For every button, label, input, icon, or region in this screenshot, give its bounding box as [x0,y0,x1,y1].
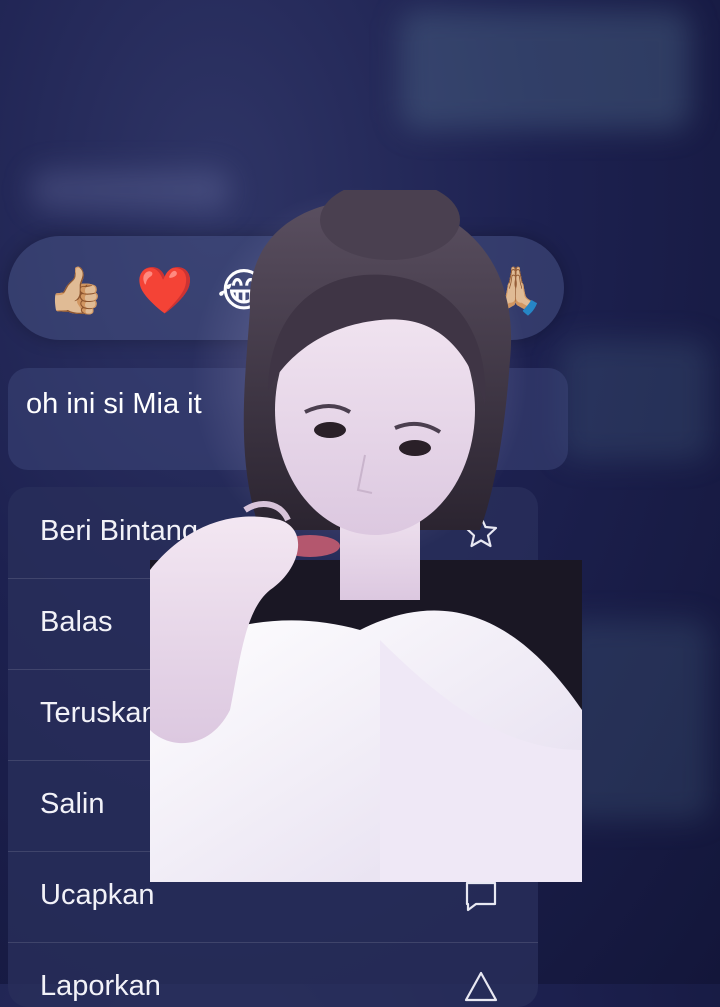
overlay-photo [150,190,582,882]
menu-item-label: Salin [40,788,105,820]
speech-bubble-icon [465,881,497,912]
menu-item-label: Ucapkan [40,879,155,911]
warning-icon [464,971,498,1002]
background-blur-panel [560,340,710,460]
menu-item-report[interactable]: Laporkan [8,942,538,1007]
menu-item-label: Laporkan [40,970,161,1002]
background-blur-panel [400,10,690,130]
background-blur-panel [560,620,710,820]
menu-item-label: Teruskan [40,697,158,729]
menu-item-label: Balas [40,606,113,638]
reaction-thumbs-up[interactable]: 👍🏼 [46,260,106,320]
